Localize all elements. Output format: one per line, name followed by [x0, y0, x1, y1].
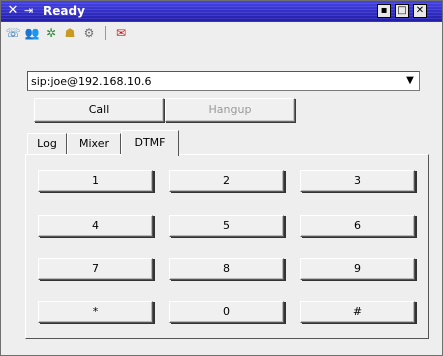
- toolbar-separator: [105, 26, 106, 40]
- close-button[interactable]: ✕: [413, 4, 427, 18]
- minimize-button[interactable]: ▪: [377, 4, 391, 18]
- title-bar[interactable]: ✕ ⇥ Ready ▪ □ ✕: [1, 1, 442, 22]
- phone-icon[interactable]: ☏: [5, 25, 21, 41]
- window-title: Ready: [43, 4, 85, 18]
- key-9[interactable]: 9: [300, 258, 415, 280]
- chevron-down-icon[interactable]: ▼: [403, 74, 417, 88]
- gear-icon[interactable]: ⚙: [81, 25, 97, 41]
- mail-icon[interactable]: ✉: [113, 25, 129, 41]
- tab-log[interactable]: Log: [27, 133, 67, 155]
- key-hash[interactable]: #: [300, 301, 415, 323]
- key-1[interactable]: 1: [38, 170, 153, 192]
- hangup-button[interactable]: Hangup: [165, 98, 295, 122]
- key-0[interactable]: 0: [169, 301, 284, 323]
- contacts-icon[interactable]: 👥: [24, 25, 40, 41]
- sip-phone-window: ✕ ⇥ Ready ▪ □ ✕ ☏ 👥 ✲ ☗ ⚙ ✉ sip:joe@192.…: [0, 0, 443, 356]
- pin-icon[interactable]: ⇥: [24, 3, 38, 19]
- sip-address-value: sip:joe@192.168.10.6: [31, 75, 152, 88]
- key-7[interactable]: 7: [38, 258, 153, 280]
- key-2[interactable]: 2: [169, 170, 284, 192]
- key-4[interactable]: 4: [38, 215, 153, 237]
- call-button[interactable]: Call: [34, 98, 164, 122]
- key-6[interactable]: 6: [300, 215, 415, 237]
- toolbar: ☏ 👥 ✲ ☗ ⚙ ✉: [1, 22, 442, 44]
- app-menu-icon[interactable]: ✕: [5, 3, 21, 19]
- sip-address-combobox[interactable]: sip:joe@192.168.10.6 ▼: [27, 71, 420, 91]
- settings-icon[interactable]: ✲: [43, 25, 59, 41]
- key-8[interactable]: 8: [169, 258, 284, 280]
- tab-mixer[interactable]: Mixer: [67, 133, 121, 155]
- key-5[interactable]: 5: [169, 215, 284, 237]
- dtmf-panel: 1 2 3 4 5 6 7 8 9 * 0 #: [25, 154, 429, 339]
- key-3[interactable]: 3: [300, 170, 415, 192]
- maximize-button[interactable]: □: [395, 4, 409, 18]
- profile-icon[interactable]: ☗: [62, 25, 78, 41]
- tab-dtmf[interactable]: DTMF: [121, 130, 179, 156]
- key-star[interactable]: *: [38, 301, 153, 323]
